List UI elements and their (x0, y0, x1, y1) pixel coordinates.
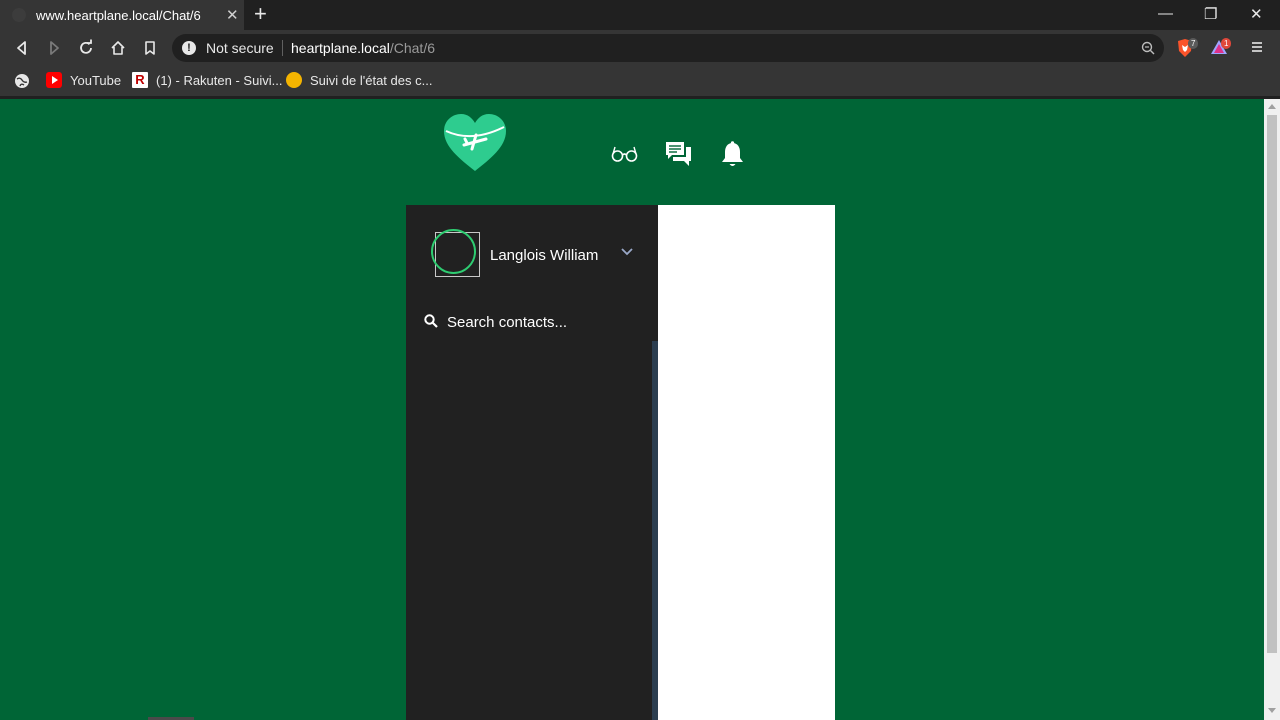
address-bar[interactable]: ! Not secure heartplane.local/Chat/6 (172, 34, 1164, 62)
tab-title: www.heartplane.local/Chat/6 (36, 8, 201, 23)
rakuten-icon: R (132, 72, 148, 88)
zoom-icon[interactable] (1141, 41, 1155, 55)
close-window-button[interactable]: ✕ (1250, 5, 1263, 23)
bookmarks-bar: YouTube R (1) - Rakuten - Suivi... Suivi… (0, 66, 1280, 96)
apps-globe-icon[interactable] (14, 73, 30, 89)
youtube-icon (46, 72, 62, 88)
rewards-badge: 1 (1221, 38, 1232, 49)
tracking-icon (286, 72, 302, 88)
bookmark-label: YouTube (70, 72, 122, 88)
contacts-sidebar: Langlois William (406, 205, 658, 720)
url-host: heartplane.local (291, 40, 390, 56)
bookmark-icon[interactable] (141, 39, 159, 57)
bookmark-tracking[interactable]: Suivi de l'état des c... (286, 72, 432, 88)
search-icon (424, 314, 438, 328)
bookmark-label: (1) - Rakuten - Suivi... (156, 72, 283, 88)
browser-tab[interactable]: www.heartplane.local/Chat/6 ✕ (0, 0, 244, 30)
tab-favicon-icon (12, 8, 26, 22)
bookmark-youtube[interactable]: YouTube (46, 72, 121, 88)
online-status-ring (431, 229, 476, 274)
chevron-down-icon[interactable] (620, 247, 634, 257)
security-label[interactable]: Not secure (206, 40, 274, 56)
back-icon[interactable] (13, 39, 31, 57)
bookmark-rakuten[interactable]: R (1) - Rakuten - Suivi... (132, 72, 282, 88)
minimize-button[interactable]: — (1158, 5, 1173, 22)
glasses-icon[interactable] (611, 145, 638, 163)
forward-icon[interactable] (45, 39, 63, 57)
home-icon[interactable] (109, 39, 127, 57)
restore-button[interactable]: ❐ (1204, 5, 1217, 23)
url-path: /Chat/6 (389, 40, 435, 56)
address-separator (282, 40, 283, 56)
user-name[interactable]: Langlois William (490, 247, 598, 264)
page-scrollbar[interactable] (1264, 99, 1280, 720)
reload-icon[interactable] (77, 39, 95, 57)
browser-toolbar: ! Not secure heartplane.local/Chat/6 7 1 (0, 30, 1280, 66)
scroll-up-arrow-icon[interactable] (1268, 104, 1276, 109)
bell-icon[interactable] (721, 141, 744, 168)
tab-strip: www.heartplane.local/Chat/6 ✕ + — ❐ ✕ (0, 0, 1280, 30)
url-text[interactable]: heartplane.local/Chat/6 (291, 40, 435, 56)
info-icon[interactable]: ! (182, 41, 196, 55)
scroll-down-arrow-icon[interactable] (1268, 708, 1276, 713)
bookmark-label: Suivi de l'état des c... (310, 72, 433, 88)
scrollbar-thumb[interactable] (1267, 115, 1277, 653)
tab-close-icon[interactable]: ✕ (226, 6, 239, 24)
new-tab-button[interactable]: + (254, 3, 267, 25)
page-content: Langlois William (0, 99, 1264, 720)
menu-icon[interactable] (1250, 40, 1264, 54)
search-contacts-input[interactable] (447, 312, 637, 332)
heartplane-logo[interactable] (442, 113, 508, 173)
chat-icon[interactable] (665, 141, 692, 167)
chat-panel (658, 205, 835, 720)
shields-badge: 7 (1188, 38, 1199, 49)
